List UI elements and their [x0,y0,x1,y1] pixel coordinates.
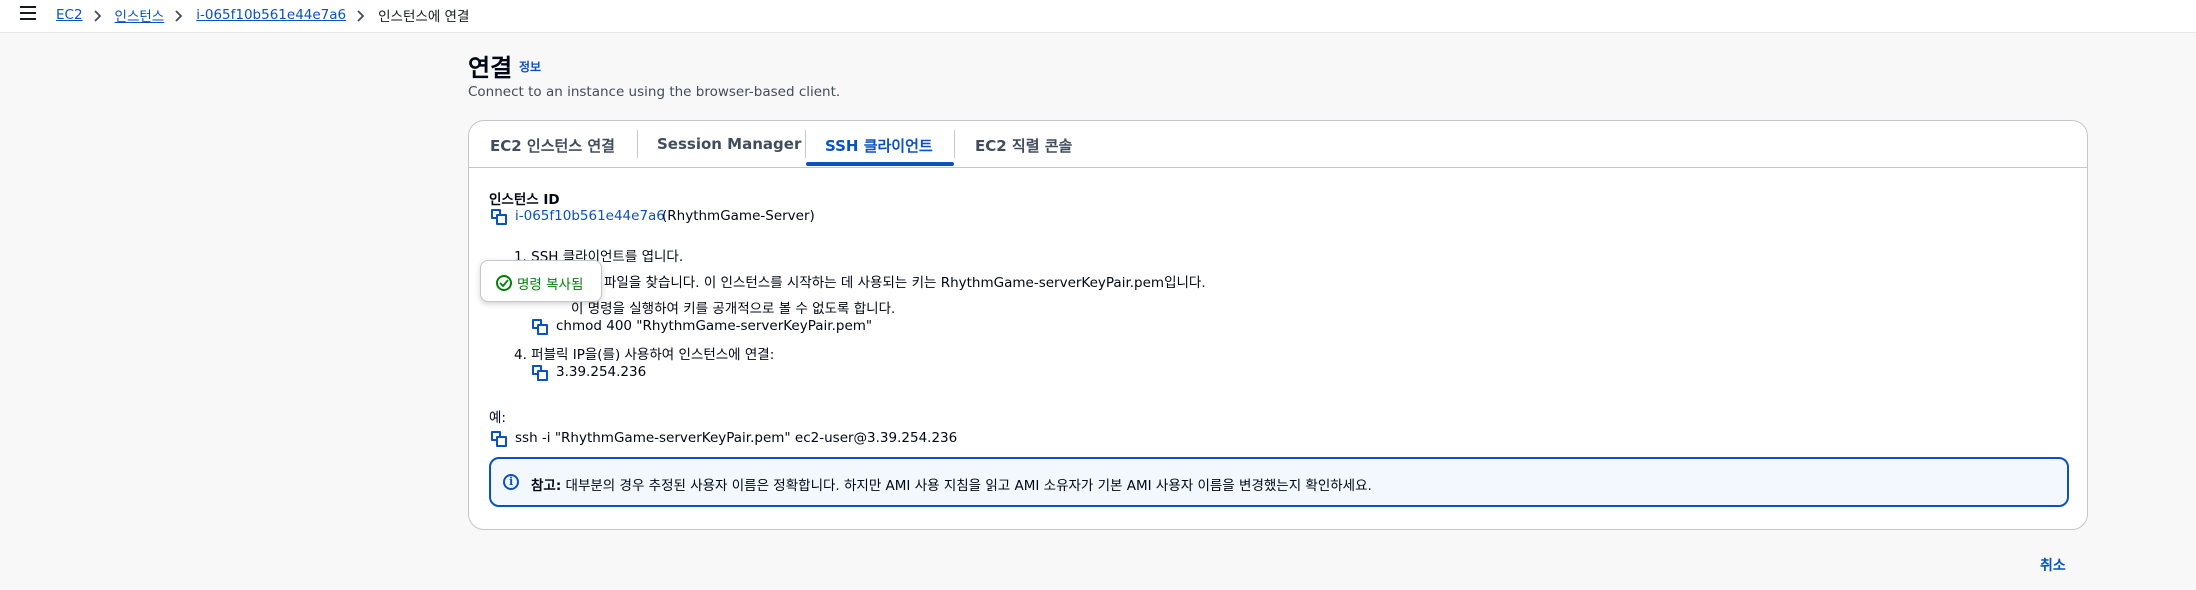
info-link[interactable]: 정보 [519,58,541,75]
breadcrumb-instance-id[interactable]: i-065f10b561e44e7a6 [196,7,346,23]
chmod-command: chmod 400 "RhythmGame-serverKeyPair.pem" [556,318,873,334]
instance-id-link[interactable]: i-065f10b561e44e7a6 [515,208,665,224]
top-bar: EC2 인스턴스 i-065f10b561e44e7a6 인스턴스에 연결 [0,0,2196,33]
page-subtitle: Connect to an instance using the browser… [468,84,841,100]
popover-text: 명령 복사됨 [517,277,584,293]
tab-divider [954,130,955,158]
breadcrumb-instances[interactable]: 인스턴스 [115,5,165,25]
example-label: 예: [489,410,506,426]
instance-id-heading: 인스턴스 ID [489,192,560,208]
copy-icon[interactable] [532,365,548,381]
copy-icon[interactable] [532,319,548,335]
cancel-button[interactable]: 취소 [2040,555,2066,575]
tab-list: EC2 인스턴스 연결 Session Manager SSH 클라이언트 EC… [469,121,2087,168]
ssh-command: ssh -i "RhythmGame-serverKeyPair.pem" ec… [515,430,958,446]
public-ip: 3.39.254.236 [556,364,647,380]
info-alert: 참고: 대부분의 경우 추정된 사용자 이름은 정확합니다. 하지만 AMI 사… [489,457,2069,507]
step-4: 4. 퍼블릭 IP을(를) 사용하여 인스턴스에 연결: [514,347,775,363]
copy-icon[interactable] [491,431,507,447]
step-2: 파일을 찾습니다. 이 인스턴스를 시작하는 데 사용되는 키는 RhythmG… [604,275,1206,291]
tab-ec2-instance-connect[interactable]: EC2 인스턴스 연결 [490,135,615,156]
tab-ssh-client[interactable]: SSH 클라이언트 [825,135,933,156]
menu-icon[interactable] [20,6,36,20]
connect-container: EC2 인스턴스 연결 Session Manager SSH 클라이언트 EC… [468,120,2088,530]
info-icon [503,474,519,490]
tab-ec2-serial-console[interactable]: EC2 직렬 콘솔 [975,135,1072,156]
breadcrumb-current: 인스턴스에 연결 [378,9,470,25]
chevron-right-icon [91,8,107,22]
tab-session-manager[interactable]: Session Manager [657,135,801,153]
breadcrumb-ec2[interactable]: EC2 [56,7,83,23]
page-title: 연결 [468,54,513,82]
chevron-right-icon [354,8,370,22]
copied-popover: 명령 복사됨 [480,260,602,302]
step-3: 이 명령을 실행하여 키를 공개적으로 볼 수 없도록 합니다. [571,301,896,317]
breadcrumb: EC2 인스턴스 i-065f10b561e44e7a6 인스턴스에 연결 [56,5,469,25]
copy-icon[interactable] [491,209,507,225]
check-circle-icon [496,275,512,291]
instance-name: (RhythmGame-Server) [662,208,815,224]
tab-divider [805,130,806,158]
alert-text: 참고: 대부분의 경우 추정된 사용자 이름은 정확합니다. 하지만 AMI 사… [531,474,1372,494]
alert-message: 대부분의 경우 추정된 사용자 이름은 정확합니다. 하지만 AMI 사용 지침… [565,478,1372,494]
alert-bold: 참고: [531,478,562,494]
tab-divider [637,130,638,158]
active-tab-indicator [806,162,954,166]
chevron-right-icon [172,8,188,22]
